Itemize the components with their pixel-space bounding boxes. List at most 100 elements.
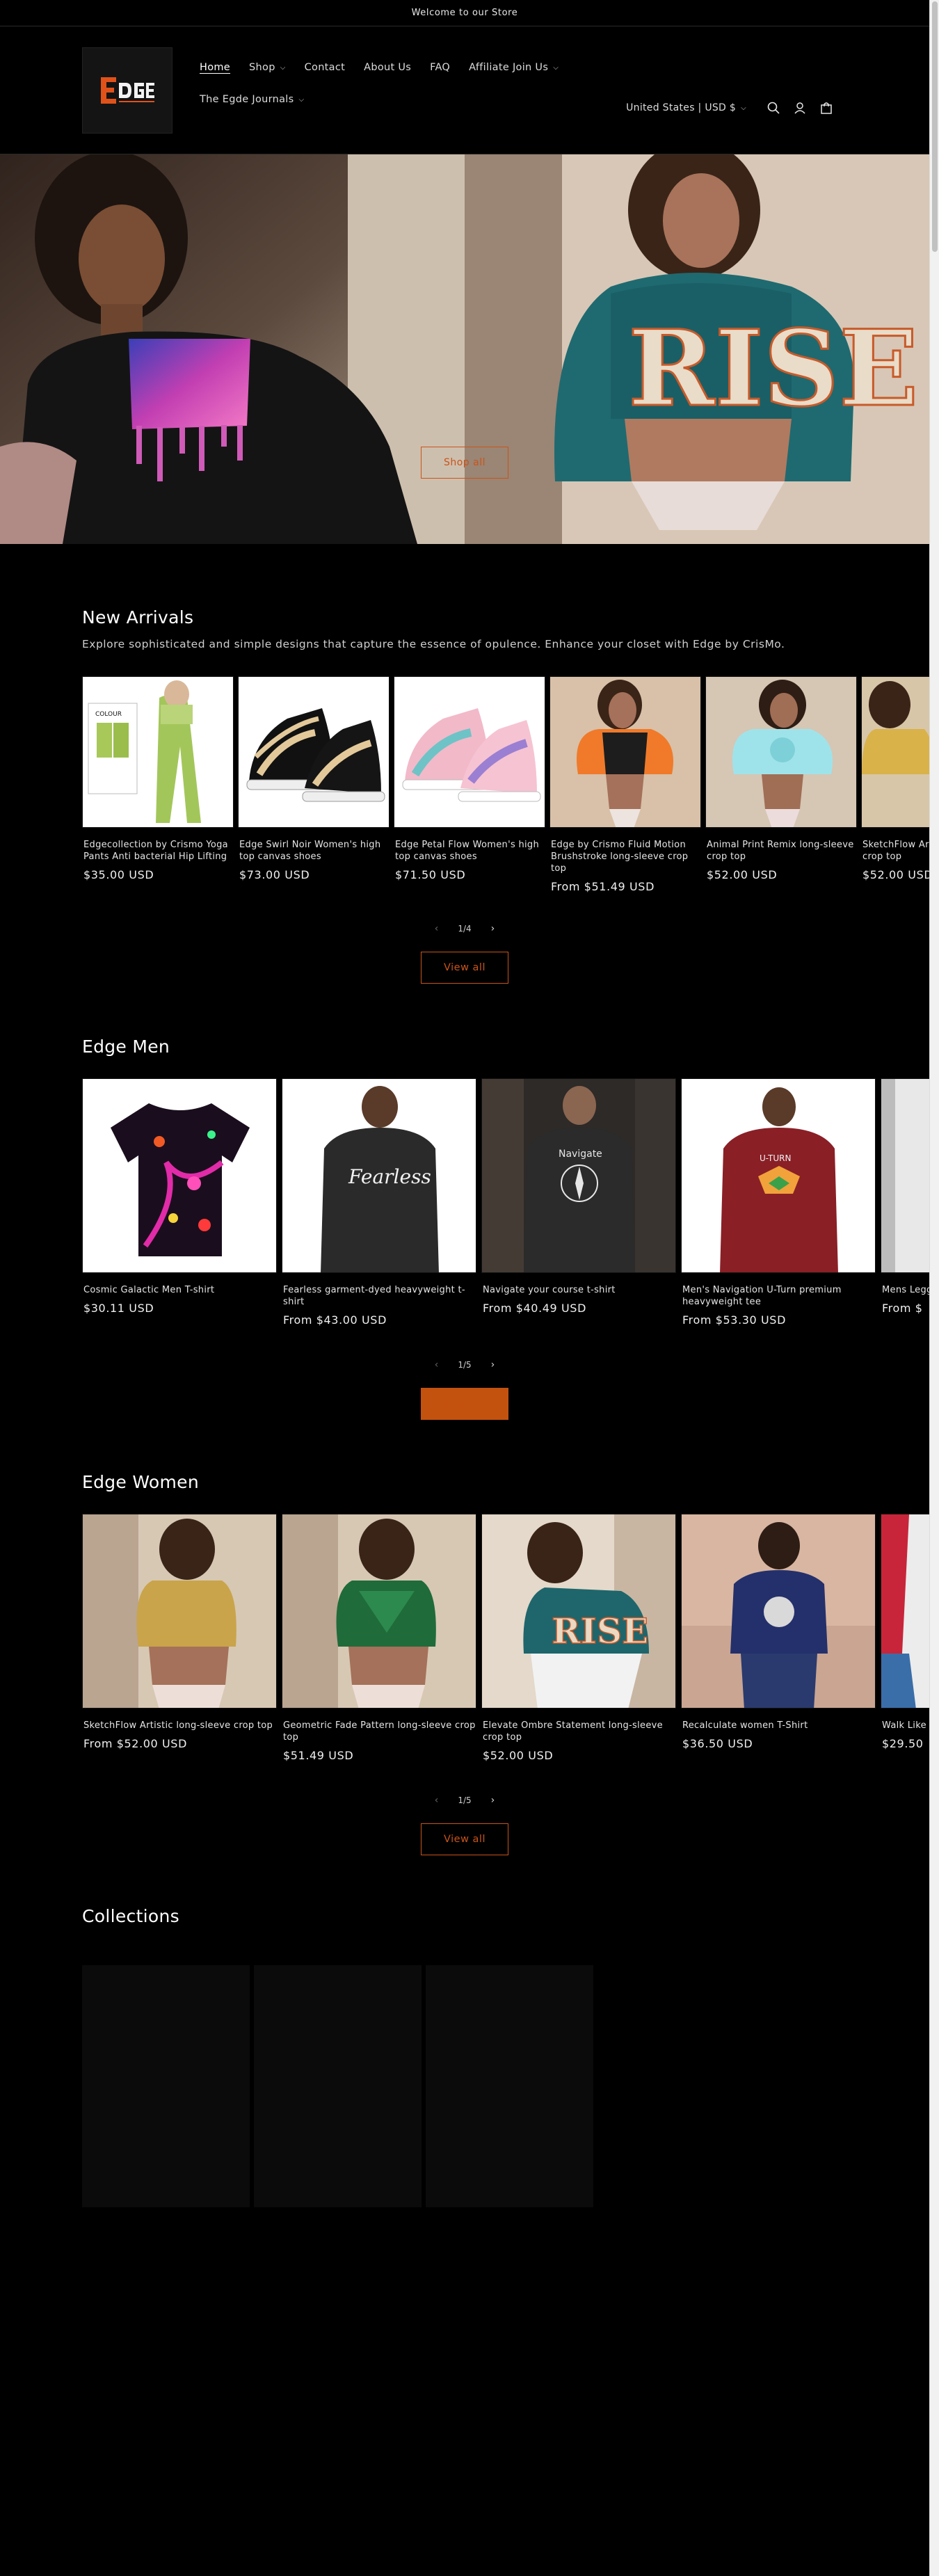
product-card[interactable]: Edge Petal Flow Women's high top canvas … xyxy=(394,676,545,893)
product-card[interactable]: Navigate Navigate your course t-shirt Fr… xyxy=(481,1078,676,1327)
product-price: From $51.49 USD xyxy=(551,880,655,893)
view-all-label: View all xyxy=(444,1398,485,1409)
product-price: $35.00 USD xyxy=(83,868,154,881)
product-title: Edge by Crismo Fluid Motion Brushstroke … xyxy=(551,840,689,874)
new-arrivals-section: New Arrivals Explore sophisticated and s… xyxy=(0,545,929,997)
edge-men-view-all-button[interactable]: View all xyxy=(421,1388,508,1420)
scrollbar-thumb[interactable] xyxy=(932,1,938,252)
nav-contact-label: Contact xyxy=(304,62,346,73)
product-image: Navigate xyxy=(481,1078,676,1273)
product-price: From $53.30 USD xyxy=(682,1313,786,1327)
product-card[interactable]: Edge Swirl Noir Women's high top canvas … xyxy=(238,676,390,893)
u-turn-tee-image: U-TURN xyxy=(720,1087,838,1272)
page: Welcome to our Store Home Shop ⌵ Contact … xyxy=(0,0,929,2576)
chevron-left-icon[interactable]: ‹ xyxy=(435,923,439,934)
collection-card[interactable] xyxy=(82,1965,250,2207)
cart-button[interactable] xyxy=(813,95,840,121)
nav-journals[interactable]: The Egde Journals ⌵ xyxy=(200,92,304,107)
product-title: Geometric Fade Pattern long-sleeve crop … xyxy=(283,1720,476,1743)
product-card[interactable]: SketchFlow Artistic long-sleeve crop top… xyxy=(82,1514,277,1762)
product-card[interactable]: SketchFlow Artistic long-sleeve crop top… xyxy=(861,676,929,893)
product-title: Walk Like xyxy=(882,1720,926,1731)
hero-model-right-illustration: RISE xyxy=(465,154,929,544)
product-card[interactable]: Cosmic Galactic Men T-shirt $30.11 USD xyxy=(82,1078,277,1327)
nav-home[interactable]: Home xyxy=(200,60,230,75)
account-button[interactable] xyxy=(787,95,813,121)
collection-card[interactable] xyxy=(426,1965,593,2207)
collections-grid xyxy=(82,1965,593,2207)
pager-count: 1/5 xyxy=(458,1795,472,1805)
account-icon xyxy=(794,102,805,114)
product-price: $30.11 USD xyxy=(83,1302,154,1315)
country-currency-selector[interactable]: United States | USD $ ⌵ xyxy=(626,102,746,113)
product-card[interactable]: COLOUR Edgecollection by Crismo Yoga Pan… xyxy=(82,676,234,893)
search-button[interactable] xyxy=(760,95,787,121)
shop-all-button[interactable]: Shop all xyxy=(421,447,508,479)
product-image: U-TURN xyxy=(681,1078,876,1273)
mens-leggings-image xyxy=(881,1079,895,1272)
product-image: COLOUR xyxy=(82,676,234,828)
chevron-left-icon[interactable]: ‹ xyxy=(435,1795,439,1806)
walk-like-tshirt-image xyxy=(881,1514,916,1708)
svg-text:U-TURN: U-TURN xyxy=(760,1153,791,1163)
product-title: Men's Navigation U-Turn premium heavywei… xyxy=(682,1285,842,1307)
nav-shop-label: Shop xyxy=(249,62,275,73)
product-card[interactable]: Fearless Fearless garment-dyed heavyweig… xyxy=(282,1078,476,1327)
product-card[interactable]: Mens Leggings From $ xyxy=(881,1078,929,1327)
chevron-left-icon[interactable]: ‹ xyxy=(435,1359,439,1370)
product-price: From $ xyxy=(882,1302,923,1315)
product-image xyxy=(282,1514,476,1709)
product-image xyxy=(861,676,929,828)
nav-about-us[interactable]: About Us xyxy=(364,60,411,75)
hero-model-left-illustration xyxy=(0,154,465,544)
chevron-right-icon[interactable]: › xyxy=(491,1359,495,1370)
product-price: $51.49 USD xyxy=(283,1749,354,1762)
edge-women-title: Edge Women xyxy=(82,1472,199,1492)
chevron-right-icon[interactable]: › xyxy=(491,923,495,934)
geometric-fade-top-image xyxy=(282,1514,436,1708)
product-card[interactable]: Recalculate women T-Shirt $36.50 USD xyxy=(681,1514,876,1762)
product-card[interactable]: U-TURN Men's Navigation U-Turn premium h… xyxy=(681,1078,876,1327)
product-card[interactable]: Edge by Crismo Fluid Motion Brushstroke … xyxy=(549,676,701,893)
edge-women-section: Edge Women SketchFlow Artistic long-slee… xyxy=(0,1465,929,1869)
svg-text:COLOUR: COLOUR xyxy=(95,711,122,718)
new-arrivals-description: Explore sophisticated and simple designs… xyxy=(82,638,785,650)
product-image: Fearless xyxy=(282,1078,476,1273)
product-image xyxy=(549,676,701,828)
edge-women-view-all-button[interactable]: View all xyxy=(421,1823,508,1855)
edge-men-pager: ‹ 1/5 › xyxy=(417,1359,512,1370)
product-card[interactable]: RISE Elevate Ombre Statement long-sleeve… xyxy=(481,1514,676,1762)
chevron-right-icon[interactable]: › xyxy=(491,1795,495,1806)
chevron-down-icon: ⌵ xyxy=(553,63,559,72)
chevron-down-icon: ⌵ xyxy=(280,63,286,72)
main-nav: Home Shop ⌵ Contact About Us FAQ Affiliat… xyxy=(200,60,589,107)
page-scrollbar[interactable] xyxy=(929,0,939,2576)
product-price: $52.00 USD xyxy=(483,1749,554,1762)
store-logo[interactable] xyxy=(82,47,172,134)
product-card[interactable]: Walk Like $29.50 xyxy=(881,1514,929,1762)
product-title: Recalculate women T-Shirt xyxy=(682,1720,808,1731)
shop-all-label: Shop all xyxy=(443,457,486,468)
product-price: $52.00 USD xyxy=(707,868,778,881)
sketchflow-top-back-image xyxy=(83,1514,236,1708)
nav-affiliate[interactable]: Affiliate Join Us ⌵ xyxy=(469,60,559,75)
product-price: $29.50 xyxy=(882,1737,924,1750)
search-icon xyxy=(767,102,780,114)
yoga-pants-image: COLOUR xyxy=(88,680,201,823)
nav-journals-label: The Egde Journals xyxy=(200,94,294,105)
nav-contact[interactable]: Contact xyxy=(305,60,346,75)
nav-shop[interactable]: Shop ⌵ xyxy=(249,60,286,75)
logo-mark-icon xyxy=(101,77,154,104)
product-title: Elevate Ombre Statement long-sleeve crop… xyxy=(483,1720,663,1743)
product-image xyxy=(82,1514,277,1709)
svg-text:RISE: RISE xyxy=(552,1610,648,1651)
fluid-motion-top-image xyxy=(577,680,673,827)
new-arrivals-view-all-button[interactable]: View all xyxy=(421,952,508,984)
product-card[interactable]: Animal Print Remix long-sleeve crop top … xyxy=(705,676,857,893)
collection-card[interactable] xyxy=(254,1965,422,2207)
product-card[interactable]: Geometric Fade Pattern long-sleeve crop … xyxy=(282,1514,476,1762)
edge-women-pager: ‹ 1/5 › xyxy=(417,1795,512,1806)
fearless-tshirt-image: Fearless xyxy=(321,1086,439,1272)
nav-faq[interactable]: FAQ xyxy=(430,60,450,75)
product-title: SketchFlow Artistic long-sleeve crop top xyxy=(862,840,929,862)
